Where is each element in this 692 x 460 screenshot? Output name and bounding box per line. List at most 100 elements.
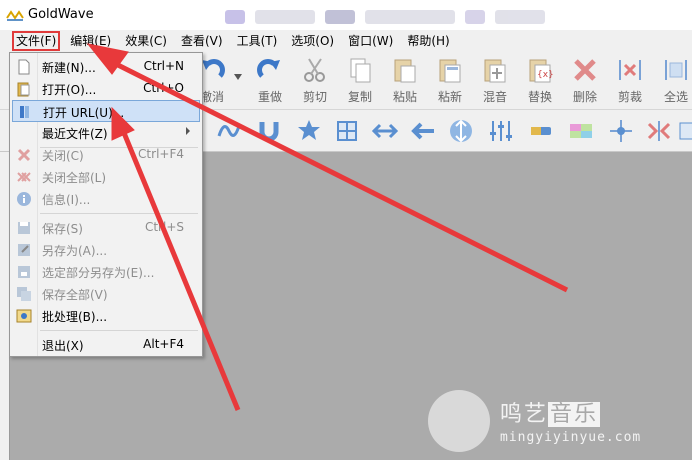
effect-cross-icon[interactable] xyxy=(608,118,634,144)
menu-bar: 文件(F) 编辑(E) 效果(C) 查看(V) 工具(T) 选项(O) 窗口(W… xyxy=(0,30,692,52)
close-all-icon xyxy=(17,172,31,182)
menu-effects[interactable]: 效果(C) xyxy=(121,31,171,51)
menu-separator xyxy=(40,213,198,214)
menu-item-new-label: 新建(N)... xyxy=(42,61,96,75)
copy-label: 复制 xyxy=(347,90,372,104)
menu-item-info-label: 信息(I)... xyxy=(42,193,91,207)
menu-item-save-selection[interactable]: 选定部分另存为(E)... xyxy=(12,261,200,283)
effect-more-icon[interactable] xyxy=(676,118,692,144)
menu-item-open-url[interactable]: 打开 URL(U)... xyxy=(12,100,200,122)
menu-file[interactable]: 文件(F) xyxy=(12,31,61,51)
replace-icon: {x} xyxy=(529,59,554,83)
batch-icon xyxy=(16,309,32,323)
open-file-icon xyxy=(17,82,30,97)
watermark-title-boxed: 音乐 xyxy=(548,402,601,427)
menu-item-save[interactable]: 保存(S) Ctrl+S xyxy=(12,217,200,239)
delete-icon xyxy=(574,59,596,81)
menu-help[interactable]: 帮助(H) xyxy=(403,31,453,51)
watermark-title-plain: 鸣艺 xyxy=(500,402,549,427)
mix-button[interactable]: 混音 xyxy=(473,56,517,108)
menu-view[interactable]: 查看(V) xyxy=(177,31,227,51)
trim-icon xyxy=(619,60,641,80)
menu-item-new-shortcut: Ctrl+N xyxy=(143,59,184,73)
menu-item-open-shortcut: Ctrl+O xyxy=(143,81,184,95)
menu-item-open-label: 打开(O)... xyxy=(42,83,97,97)
effect-reverse-icon[interactable] xyxy=(646,118,672,144)
paste-label: 粘贴 xyxy=(392,90,417,104)
select-all-icon xyxy=(665,60,687,80)
menu-item-new[interactable]: 新建(N)... Ctrl+N xyxy=(12,56,200,78)
paste-new-icon xyxy=(439,59,461,83)
blurred-taskbar-area xyxy=(225,6,625,28)
menu-item-save-all-label: 保存全部(V) xyxy=(42,288,108,302)
save-all-icon xyxy=(17,287,31,301)
save-selection-icon xyxy=(18,266,30,278)
menu-item-close-label: 关闭(C) xyxy=(42,149,84,163)
mix-icon xyxy=(484,59,506,83)
menu-edit[interactable]: 编辑(E) xyxy=(66,31,115,51)
svg-text:{x}: {x} xyxy=(537,70,554,80)
replace-label: 替换 xyxy=(527,90,552,104)
effect-wave-icon[interactable] xyxy=(216,118,242,144)
effect-vertical-arrows-icon[interactable] xyxy=(448,118,474,144)
menu-item-exit[interactable]: 退出(X) Alt+F4 xyxy=(12,334,200,356)
menu-item-info[interactable]: 信息(I)... xyxy=(12,188,200,210)
menu-options[interactable]: 选项(O) xyxy=(287,31,338,51)
menu-item-close-all[interactable]: 关闭全部(L) xyxy=(12,166,200,188)
menu-window[interactable]: 窗口(W) xyxy=(344,31,397,51)
close-icon xyxy=(17,148,31,162)
cut-icon xyxy=(304,58,325,82)
effect-magnet-icon[interactable] xyxy=(256,118,282,144)
menu-separator xyxy=(40,330,198,331)
menu-item-close-all-label: 关闭全部(L) xyxy=(42,171,107,185)
redo-label: 重做 xyxy=(257,90,282,104)
menu-item-save-selection-label: 选定部分另存为(E)... xyxy=(42,266,155,280)
effect-arrows-out-icon[interactable] xyxy=(372,118,398,144)
menu-item-save-label: 保存(S) xyxy=(42,222,83,236)
menu-item-recent-files[interactable]: 最近文件(Z) xyxy=(12,122,200,144)
menu-tools[interactable]: 工具(T) xyxy=(233,31,282,51)
save-icon xyxy=(18,222,30,234)
watermark-avatar-icon xyxy=(428,390,490,452)
menu-item-save-shortcut: Ctrl+S xyxy=(144,220,184,234)
replace-button[interactable]: {x} 替换 xyxy=(518,56,562,108)
redo-icon xyxy=(257,59,280,78)
delete-button[interactable]: 删除 xyxy=(563,56,607,108)
cut-label: 剪切 xyxy=(302,90,327,104)
menu-item-save-all[interactable]: 保存全部(V) xyxy=(12,283,200,305)
select-all-button[interactable]: 全选 xyxy=(654,56,692,108)
menu-item-batch[interactable]: 批处理(B)... xyxy=(12,305,200,327)
effect-equalizer-icon[interactable] xyxy=(488,118,514,144)
menu-item-open[interactable]: 打开(O)... Ctrl+O xyxy=(12,78,200,100)
menu-item-save-as[interactable]: 另存为(A)... xyxy=(12,239,200,261)
paste-new-button[interactable]: 粘新 xyxy=(428,56,472,108)
paste-button[interactable]: 粘贴 xyxy=(383,56,427,108)
menu-item-batch-label: 批处理(B)... xyxy=(42,310,108,324)
menu-item-recent-files-label: 最近文件(Z) xyxy=(42,127,108,141)
undo-label: 撤消 xyxy=(199,90,224,104)
effect-grid-icon[interactable] xyxy=(334,118,360,144)
redo-button[interactable]: 重做 xyxy=(248,56,292,108)
delete-label: 删除 xyxy=(572,90,597,104)
menu-item-save-as-label: 另存为(A)... xyxy=(42,244,108,258)
cut-button[interactable]: 剪切 xyxy=(293,56,337,108)
effect-arrow-left-icon[interactable] xyxy=(410,118,436,144)
window-title: GoldWave xyxy=(28,7,94,22)
submenu-arrow-icon xyxy=(186,127,190,135)
effect-bar-icon[interactable] xyxy=(528,118,554,144)
mix-label: 混音 xyxy=(482,90,507,104)
undo-dropdown-arrow-icon[interactable] xyxy=(234,74,242,80)
effect-spectrum-icon[interactable] xyxy=(568,118,594,144)
file-menu-dropdown: 新建(N)... Ctrl+N 打开(O)... Ctrl+O 打开 URL(U… xyxy=(9,52,203,357)
goldwave-logo-icon xyxy=(6,10,24,21)
info-icon xyxy=(17,192,31,206)
trim-label: 剪裁 xyxy=(617,90,642,104)
watermark: 鸣艺音乐 mingyiyinyue.com xyxy=(428,390,668,454)
watermark-url: mingyiyinyue.com xyxy=(500,430,642,445)
menu-item-exit-label: 退出(X) xyxy=(42,339,84,353)
title-bar: GoldWave xyxy=(0,0,692,30)
copy-button[interactable]: 复制 xyxy=(338,56,382,108)
effect-star-icon[interactable] xyxy=(296,118,322,144)
trim-button[interactable]: 剪裁 xyxy=(608,56,652,108)
menu-item-close[interactable]: 关闭(C) Ctrl+F4 xyxy=(12,144,200,166)
